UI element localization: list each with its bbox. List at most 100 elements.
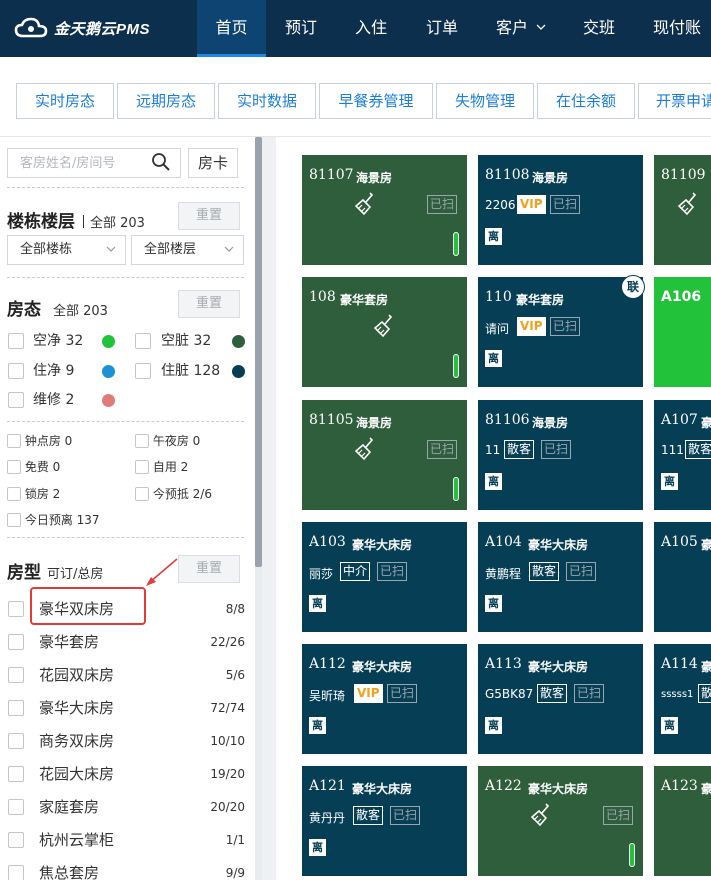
- room-card[interactable]: A122 豪华大床房 已扫: [478, 766, 643, 876]
- status-vacant-dirty[interactable]: 空脏 32: [127, 331, 252, 351]
- room-type-reset-button[interactable]: 重置: [178, 555, 240, 583]
- checkbox[interactable]: [135, 363, 151, 379]
- checkbox[interactable]: [135, 487, 149, 501]
- room-card[interactable]: A106: [654, 277, 711, 387]
- tab-breakfast-voucher[interactable]: 早餐券管理: [319, 83, 433, 119]
- room-card[interactable]: A114 豪 sssss1 散 离: [654, 644, 711, 754]
- annotation-arrow-icon: [146, 558, 178, 586]
- search-icon[interactable]: [151, 152, 171, 172]
- room-card[interactable]: A112 豪华大床房 吴昕琦 VIP 已扫 离: [302, 644, 467, 754]
- room-type-item[interactable]: 豪华大床房 72/74: [0, 696, 255, 720]
- clean-status-bar: [453, 477, 459, 501]
- room-card[interactable]: A121 豪华大床房 黄丹丹 散客 已扫 离: [302, 766, 467, 876]
- room-number: A103: [309, 534, 346, 550]
- sidebar-scrollbar[interactable]: [255, 137, 262, 880]
- checkbox[interactable]: [8, 766, 24, 782]
- guest-badge: 散客: [537, 684, 568, 703]
- room-card[interactable]: 81107 海景房 已扫: [302, 155, 467, 265]
- status-color-dot: [232, 335, 245, 348]
- sidebar-scroll-thumb[interactable]: [255, 137, 262, 567]
- flag-hourly-room[interactable]: 钟点房 0: [7, 433, 72, 449]
- tab-in-house-balance[interactable]: 在住余额: [537, 83, 635, 119]
- checkbox[interactable]: [8, 667, 24, 683]
- status-label: 空净 32: [33, 333, 84, 349]
- guest-badge: 散客: [353, 806, 384, 825]
- tab-realtime-data[interactable]: 实时数据: [218, 83, 316, 119]
- flag-departure-today[interactable]: 今日预离 137: [7, 512, 100, 528]
- room-type-item[interactable]: 豪华套房 22/26: [0, 630, 255, 654]
- building-reset-button[interactable]: 重置: [178, 202, 240, 230]
- checkbox[interactable]: [8, 832, 24, 848]
- checkbox[interactable]: [8, 634, 24, 650]
- room-card-button[interactable]: 房卡: [188, 148, 238, 178]
- checkbox[interactable]: [7, 487, 21, 501]
- tab-lost-found[interactable]: 失物管理: [436, 83, 534, 119]
- flag-locked[interactable]: 锁房 2: [7, 486, 60, 502]
- room-card[interactable]: 81106 海景房 11 散客 已扫 离: [478, 400, 643, 510]
- tab-future-status[interactable]: 远期房态: [117, 83, 215, 119]
- room-card[interactable]: A113 豪华大床房 G5BK87 散客 已扫 离: [478, 644, 643, 754]
- status-vacant-clean[interactable]: 空净 32: [0, 331, 125, 351]
- flag-self-use[interactable]: 自用 2: [135, 459, 188, 475]
- room-card[interactable]: A103 豪华大床房 丽莎 中介 已扫 离: [302, 522, 467, 632]
- flag-arrival-today[interactable]: 今预抵 2/6: [135, 486, 212, 502]
- room-card[interactable]: 81105 海景房 已扫: [302, 400, 467, 510]
- flag-free[interactable]: 免费 0: [7, 459, 60, 475]
- nav-orders[interactable]: 订单: [406, 0, 478, 57]
- floor-select-value: 全部楼层: [144, 242, 197, 257]
- checkbox[interactable]: [8, 601, 24, 617]
- checkbox[interactable]: [7, 460, 21, 474]
- nav-cash-account[interactable]: 现付账: [634, 0, 711, 57]
- room-card[interactable]: 108 豪华套房: [302, 277, 467, 387]
- nav-checkin[interactable]: 入住: [336, 0, 406, 57]
- room-card[interactable]: 81109: [654, 155, 711, 265]
- room-type-item[interactable]: 花园双床房 5/6: [0, 663, 255, 687]
- room-card[interactable]: 110 豪华套房 请问 VIP 已扫 离 联: [478, 275, 645, 387]
- room-type-label: 豪华套房: [516, 293, 565, 307]
- checkbox[interactable]: [8, 333, 24, 349]
- checkbox[interactable]: [135, 333, 151, 349]
- nav-shift[interactable]: 交班: [564, 0, 634, 57]
- status-occupied-dirty[interactable]: 住脏 128: [127, 361, 252, 381]
- guest-badge: 散: [698, 684, 711, 703]
- room-type-label: 海景房: [356, 416, 393, 430]
- checkbox[interactable]: [8, 799, 24, 815]
- room-type-item[interactable]: 家庭套房 20/20: [0, 795, 255, 819]
- nav-reservation[interactable]: 预订: [266, 0, 336, 57]
- checkbox[interactable]: [7, 434, 21, 448]
- status-occupied-clean[interactable]: 住净 9: [0, 361, 125, 381]
- room-card[interactable]: A104 豪华大床房 黄鹏程 散客 已扫 离: [478, 522, 643, 632]
- checkbox[interactable]: [8, 865, 24, 880]
- room-status-reset-button[interactable]: 重置: [178, 290, 240, 318]
- nav-home[interactable]: 首页: [197, 0, 266, 57]
- checkbox[interactable]: [135, 460, 149, 474]
- checkbox[interactable]: [8, 700, 24, 716]
- room-type-item[interactable]: 花园大床房 19/20: [0, 762, 255, 786]
- chevron-down-icon: [224, 246, 234, 252]
- nav-customers[interactable]: 客户: [478, 0, 564, 57]
- room-card[interactable]: A105 豪: [654, 522, 711, 632]
- flag-midnight-room[interactable]: 午夜房 0: [135, 433, 200, 449]
- room-type-count: 8/8: [225, 602, 245, 616]
- tab-invoice-request[interactable]: 开票申请: [638, 83, 711, 119]
- room-type-item[interactable]: 杭州云掌柜 1/1: [0, 828, 255, 852]
- checkbox[interactable]: [135, 434, 149, 448]
- tab-realtime-status[interactable]: 实时房态: [16, 83, 114, 119]
- room-type-item[interactable]: 商务双床房 10/10: [0, 729, 255, 753]
- floor-select[interactable]: 全部楼层: [131, 235, 244, 265]
- checkbox[interactable]: [8, 733, 24, 749]
- room-card[interactable]: A123 豪: [654, 766, 711, 876]
- building-select-value: 全部楼栋: [20, 242, 73, 257]
- status-maintenance[interactable]: 维修 2: [0, 390, 125, 410]
- room-type-count: 19/20: [210, 767, 245, 781]
- app-logo[interactable]: 金天鹅云PMS: [14, 14, 150, 42]
- room-card[interactable]: 81108 海景房 2206 VIP 已扫 离: [478, 155, 643, 265]
- cleaned-tag: 已扫: [541, 440, 572, 459]
- checkbox[interactable]: [8, 392, 24, 408]
- building-select[interactable]: 全部楼栋: [7, 235, 126, 265]
- guest-badge: 散客: [685, 440, 711, 459]
- checkbox[interactable]: [7, 513, 21, 527]
- room-type-item[interactable]: 焦总套房 9/9: [0, 861, 255, 880]
- checkbox[interactable]: [8, 363, 24, 379]
- room-card[interactable]: A107 豪 111 散客 离: [654, 400, 711, 510]
